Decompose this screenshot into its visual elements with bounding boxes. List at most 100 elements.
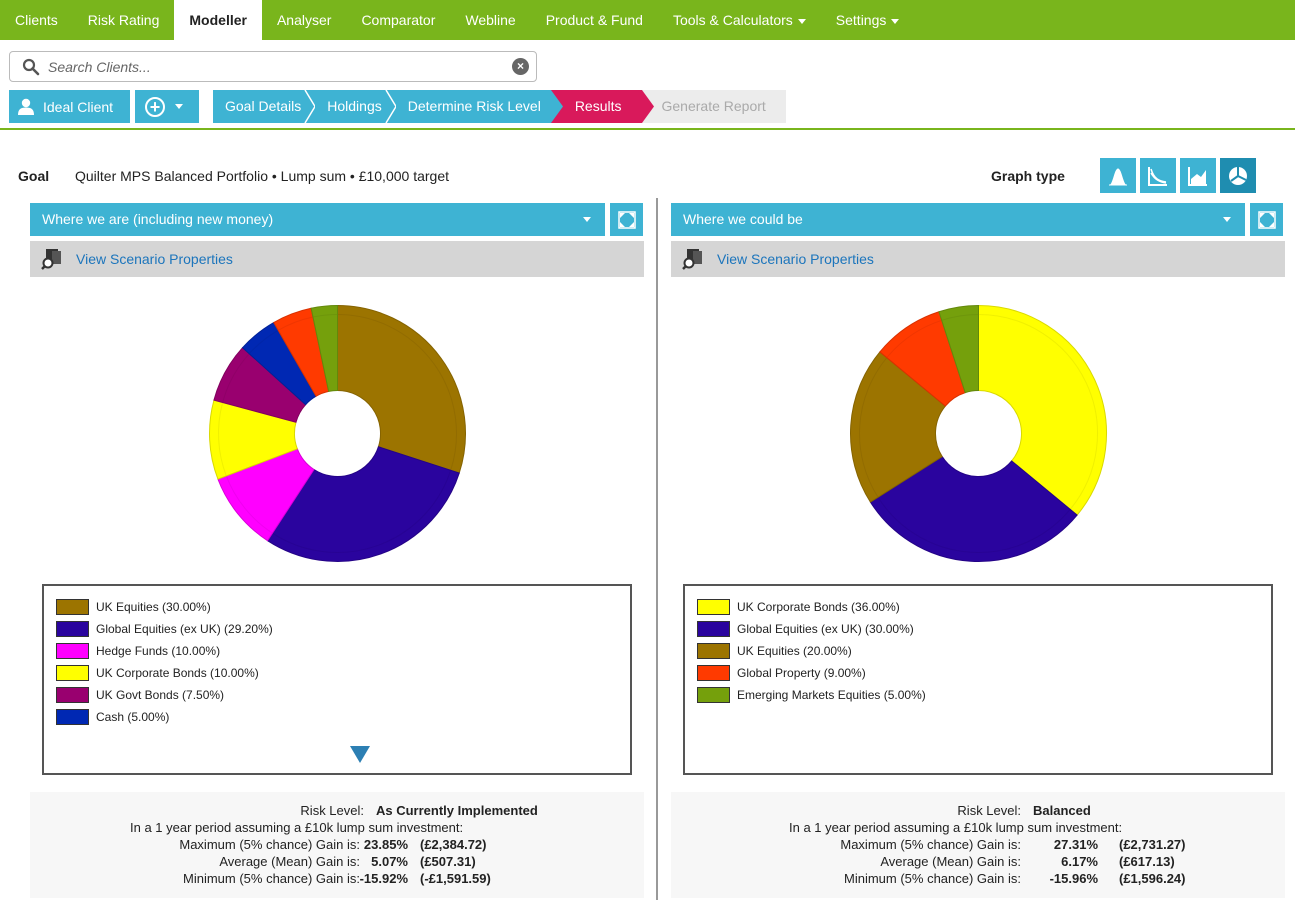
legend-item: Global Equities (ex UK) (30.00%) — [697, 618, 1271, 640]
add-button[interactable]: + — [135, 90, 199, 123]
legend-label: UK Corporate Bonds (10.00%) — [96, 666, 259, 680]
step-generate-report[interactable]: Generate Report — [641, 90, 786, 123]
client-button[interactable]: Ideal Client — [9, 90, 130, 123]
right-risk-summary: Risk Level: Balanced In a 1 year period … — [671, 792, 1285, 898]
panel-divider — [656, 198, 658, 900]
avg-gain-amount: (£617.13) — [1119, 854, 1175, 869]
nav-clients[interactable]: Clients — [0, 0, 73, 40]
top-nav: Clients Risk Rating Modeller Analyser Co… — [0, 0, 1295, 40]
legend-item: UK Corporate Bonds (10.00%) — [56, 662, 630, 684]
area-chart-icon — [1188, 166, 1207, 186]
left-view-scenario-properties-link[interactable]: View Scenario Properties — [76, 251, 233, 267]
scroll-down-arrow-icon[interactable] — [350, 746, 370, 763]
left-legend: UK Equities (30.00%) Global Equities (ex … — [42, 584, 632, 775]
period-text: In a 1 year period assuming a £10k lump … — [130, 820, 464, 835]
workflow-steps: Goal Details Holdings Determine Risk Lev… — [213, 90, 786, 123]
donut-slice-uk-equities[interactable] — [337, 304, 466, 474]
user-icon — [18, 98, 34, 115]
search-input[interactable] — [48, 52, 508, 81]
graph-type-pie-button[interactable] — [1220, 158, 1256, 193]
chevron-down-icon — [797, 18, 806, 24]
legend-label: Emerging Markets Equities (5.00%) — [737, 688, 926, 702]
legend-item: UK Equities (20.00%) — [697, 640, 1271, 662]
legend-swatch — [56, 665, 89, 681]
expand-icon — [1257, 210, 1276, 229]
step-goal-details[interactable]: Goal Details — [213, 90, 317, 123]
nav-product-fund[interactable]: Product & Fund — [531, 0, 658, 40]
nav-risk-rating[interactable]: Risk Rating — [73, 0, 175, 40]
step-label: Generate Report — [661, 98, 766, 114]
legend-label: UK Govt Bonds (7.50%) — [96, 688, 225, 702]
nav-risk-rating-label: Risk Rating — [87, 12, 160, 28]
client-name: Ideal Client — [43, 98, 114, 115]
legend-swatch — [697, 621, 730, 637]
nav-modeller[interactable]: Modeller — [174, 0, 262, 40]
chevron-down-icon — [175, 104, 183, 109]
step-holdings[interactable]: Holdings — [315, 90, 397, 123]
graph-type-distribution-button[interactable] — [1100, 158, 1136, 193]
nav-product-fund-label: Product & Fund — [545, 12, 643, 28]
avg-gain-amount: (£507.31) — [420, 854, 476, 869]
step-determine-risk-level[interactable]: Determine Risk Level — [395, 90, 551, 123]
graph-type-projection-button[interactable] — [1140, 158, 1176, 193]
step-arrow-icon — [641, 90, 654, 123]
step-results[interactable]: Results — [550, 90, 642, 123]
goal-description: Quilter MPS Balanced Portfolio • Lump su… — [75, 168, 449, 184]
avg-gain-pct: 5.07% — [371, 854, 408, 869]
scenario-properties-icon — [682, 249, 702, 270]
nav-analyser[interactable]: Analyser — [262, 0, 346, 40]
legend-swatch — [56, 643, 89, 659]
graph-type-area-button[interactable] — [1180, 158, 1216, 193]
left-risk-summary: Risk Level: As Currently Implemented In … — [30, 792, 644, 898]
legend-item: Global Property (9.00%) — [697, 662, 1271, 684]
client-search: × — [9, 51, 537, 82]
legend-item: Cash (5.00%) — [56, 706, 630, 728]
avg-gain-label: Average (Mean) Gain is: — [219, 854, 360, 869]
nav-webline[interactable]: Webline — [450, 0, 530, 40]
chevron-down-icon — [1223, 217, 1231, 222]
max-gain-pct: 23.85% — [363, 837, 408, 852]
right-scenario-title: Where we could be — [683, 211, 803, 227]
max-gain-label: Maximum (5% chance) Gain is: — [179, 837, 360, 852]
right-allocation-donut-chart — [850, 304, 1107, 562]
period-text: In a 1 year period assuming a £10k lump … — [789, 820, 1123, 835]
goal-label: Goal — [18, 168, 50, 184]
left-expand-button[interactable] — [610, 203, 643, 236]
min-gain-pct: -15.96% — [1049, 871, 1098, 886]
step-label: Results — [574, 98, 622, 114]
legend-label: Global Equities (ex UK) (30.00%) — [737, 622, 914, 636]
legend-label: UK Equities (30.00%) — [96, 600, 211, 614]
graph-type-label: Graph type — [991, 168, 1065, 184]
risk-level-label: Risk Level: — [957, 803, 1021, 818]
nav-settings[interactable]: Settings — [821, 0, 915, 40]
legend-swatch — [697, 643, 730, 659]
right-view-scenario-properties-link[interactable]: View Scenario Properties — [717, 251, 874, 267]
max-gain-pct: 27.31% — [1053, 837, 1098, 852]
legend-label: Global Equities (ex UK) (29.20%) — [96, 622, 273, 636]
nav-tools-calculators[interactable]: Tools & Calculators — [658, 0, 821, 40]
avg-gain-label: Average (Mean) Gain is: — [880, 854, 1021, 869]
min-gain-pct: -15.92% — [359, 871, 408, 886]
nav-webline-label: Webline — [465, 12, 516, 28]
nav-comparator[interactable]: Comparator — [346, 0, 450, 40]
clear-search-icon[interactable]: × — [512, 58, 529, 75]
max-gain-amount: (£2,384.72) — [420, 837, 487, 852]
nav-analyser-label: Analyser — [276, 12, 332, 28]
step-arrow-icon — [550, 90, 563, 123]
nav-modeller-label: Modeller — [189, 12, 247, 28]
left-scenario-select[interactable]: Where we are (including new money) — [30, 203, 605, 236]
projection-chart-icon — [1148, 166, 1167, 186]
legend-item: UK Equities (30.00%) — [56, 596, 630, 618]
right-expand-button[interactable] — [1250, 203, 1283, 236]
nav-comparator-label: Comparator — [361, 12, 436, 28]
legend-item: Hedge Funds (10.00%) — [56, 640, 630, 662]
distribution-chart-icon — [1109, 167, 1127, 185]
legend-item: UK Corporate Bonds (36.00%) — [697, 596, 1271, 618]
legend-swatch — [697, 665, 730, 681]
legend-label: UK Equities (20.00%) — [737, 644, 852, 658]
right-legend: UK Corporate Bonds (36.00%) Global Equiti… — [683, 584, 1273, 775]
step-label: Determine Risk Level — [407, 98, 541, 114]
left-allocation-donut-chart — [209, 304, 466, 562]
right-scenario-select[interactable]: Where we could be — [671, 203, 1245, 236]
legend-label: Global Property (9.00%) — [737, 666, 866, 680]
